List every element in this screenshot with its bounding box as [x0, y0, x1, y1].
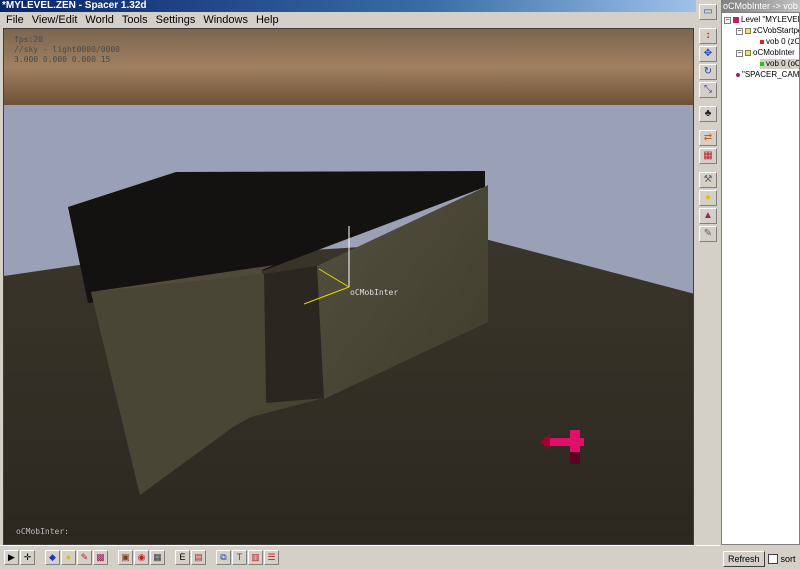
hud-coords: 3.000 0.000 0.000 15	[14, 55, 111, 64]
collapse-icon[interactable]: −	[736, 27, 743, 35]
sort-checkbox[interactable]	[767, 554, 778, 564]
vob-green-icon	[760, 62, 764, 66]
spacer-app: *MYLEVEL.ZEN - Spacer 1.32d File View/Ed…	[0, 0, 800, 569]
level-icon	[733, 17, 739, 23]
folder-icon	[745, 50, 751, 56]
color-icon[interactable]: ●	[61, 550, 76, 565]
vob-tree-panel: oCMobInter -> vob 0 (oCMobInter) − Level…	[721, 0, 800, 569]
grid-icon[interactable]: ▦	[150, 550, 165, 565]
rotate-icon[interactable]: ↻	[699, 64, 717, 80]
properties-icon[interactable]: ▥	[248, 550, 263, 565]
sphere-icon[interactable]: ◉	[134, 550, 149, 565]
cursor-icon[interactable]: ▶	[4, 550, 19, 565]
vob-label: oCMobInter	[350, 288, 399, 297]
tree-item-level[interactable]: − Level "MYLEVEL.ZEN"	[724, 15, 799, 25]
tree-item-label: vob 0 (zCVobStartpoint)	[766, 37, 800, 46]
tree-item-label: oCMobInter	[753, 48, 795, 57]
main-window: *MYLEVEL.ZEN - Spacer 1.32d File View/Ed…	[0, 0, 720, 569]
wrench-icon[interactable]: ⚒	[699, 172, 717, 188]
group-icon[interactable]: ⧉	[216, 550, 231, 565]
terrain-icon[interactable]: ▲	[699, 208, 717, 224]
paint-icon[interactable]: ✎	[699, 226, 717, 242]
move-4way-icon[interactable]: ✥	[699, 46, 717, 62]
brush-icon[interactable]: ✎	[77, 550, 92, 565]
tree-controls: Refresh sort	[721, 549, 800, 569]
translate-icon[interactable]: ⇄	[699, 130, 717, 146]
scene-render	[4, 29, 693, 544]
texture-icon[interactable]: ▩	[93, 550, 108, 565]
camera-icon[interactable]: ▭	[699, 4, 717, 20]
tool-icon[interactable]: T	[232, 550, 247, 565]
paint-icon[interactable]: ◆	[45, 550, 60, 565]
menu-bar: File View/Edit World Tools Settings Wind…	[0, 12, 720, 28]
tree-item-label: zCVobStartpoint	[753, 26, 799, 35]
list-icon[interactable]: ☰	[264, 550, 279, 565]
vertical-toolbar: ▭ ↕ ✥ ↻ ⤡ ♣ ⇄ ▦ ⚒ ● ▲ ✎	[696, 0, 720, 545]
tree-item-startpoint-group[interactable]: − zCVobStartpoint	[736, 26, 799, 36]
window-title: *MYLEVEL.ZEN - Spacer 1.32d	[2, 0, 147, 11]
tree-item-mobinter-group[interactable]: − oCMobInter	[736, 48, 795, 58]
hud-sky: //sky - light0000/0000	[14, 45, 120, 54]
menu-settings[interactable]: Settings	[152, 12, 200, 28]
hud-fps: fps:20	[14, 35, 43, 44]
3d-viewport[interactable]: fps:20 //sky - light0000/0000 3.000 0.00…	[3, 28, 694, 545]
folder-icon	[745, 28, 751, 34]
panel-title: oCMobInter -> vob 0 (oCMobInter)	[721, 0, 800, 12]
tree-item-startpoint-vob[interactable]: vob 0 (zCVobStartpoint)	[760, 37, 800, 47]
tree-item-label: Level "MYLEVEL.ZEN"	[741, 15, 799, 24]
title-bar: *MYLEVEL.ZEN - Spacer 1.32d	[0, 0, 720, 12]
snap-icon[interactable]: ▤	[191, 550, 206, 565]
select-icon[interactable]: ✛	[20, 550, 35, 565]
menu-file[interactable]: File	[2, 12, 28, 28]
material-icon[interactable]: ▦	[699, 148, 717, 164]
collapse-icon[interactable]: −	[724, 16, 731, 24]
box-icon[interactable]: ▣	[118, 550, 133, 565]
tree-item-label: vob 0 (oCMobInter)	[766, 59, 800, 68]
menu-view-edit[interactable]: View/Edit	[28, 12, 82, 28]
hud-overlay: fps:20 //sky - light0000/0000 3.000 0.00…	[14, 35, 120, 65]
menu-tools[interactable]: Tools	[118, 12, 152, 28]
selected-vob-label: oCMobInter:	[16, 527, 69, 536]
light-icon[interactable]: ●	[699, 190, 717, 206]
menu-world[interactable]: World	[81, 12, 118, 28]
tree-item-spacer-cam[interactable]: "SPACER_CAM"	[736, 70, 800, 80]
menu-help[interactable]: Help	[252, 12, 283, 28]
tree-item-label: "SPACER_CAM"	[742, 70, 800, 79]
move-icon[interactable]: ↕	[699, 28, 717, 44]
vob-tree[interactable]: − Level "MYLEVEL.ZEN" − zCVobStartpoint …	[721, 12, 800, 545]
refresh-button[interactable]: Refresh	[723, 551, 765, 567]
scale-icon[interactable]: ⤡	[699, 82, 717, 98]
camera-dot-icon	[736, 73, 740, 77]
door-opening	[264, 266, 326, 403]
tree-item-mobinter-vob[interactable]: vob 0 (oCMobInter)	[760, 59, 800, 69]
sort-label: sort	[780, 554, 796, 564]
edit-icon[interactable]: E	[175, 550, 190, 565]
collapse-icon[interactable]: −	[736, 49, 743, 57]
vob-icon[interactable]: ♣	[699, 106, 717, 122]
menu-windows[interactable]: Windows	[199, 12, 252, 28]
vob-red-icon	[760, 40, 764, 44]
bottom-toolbar: ▶ ✛ ◆ ● ✎ ▩ ▣ ◉ ▦ E ▤ ⧉ T ▥ ☰	[0, 545, 720, 569]
